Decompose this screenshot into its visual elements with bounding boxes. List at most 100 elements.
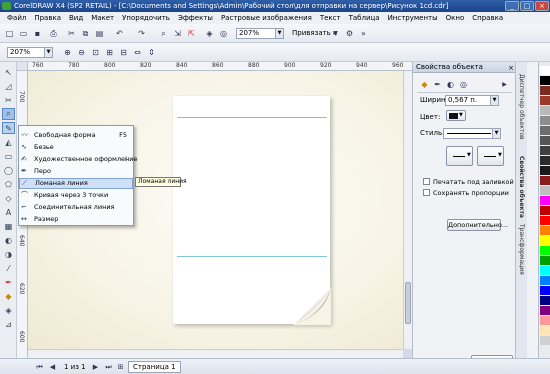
previous-page-icon[interactable]: ◀ bbox=[47, 362, 58, 373]
docker-menu-icon[interactable]: ▶ bbox=[499, 79, 510, 90]
palette-swatch[interactable] bbox=[540, 96, 550, 106]
new-document-icon[interactable]: □ bbox=[4, 28, 15, 39]
tab-object-manager[interactable]: Диспетчер объектов bbox=[518, 74, 525, 140]
search-icon[interactable]: ⌕ bbox=[158, 28, 169, 39]
behind-fill-checkbox[interactable] bbox=[423, 178, 430, 185]
palette-swatch[interactable] bbox=[540, 176, 550, 186]
flyout-item-pen[interactable]: ✒ Перо bbox=[19, 166, 133, 177]
open-folder-icon[interactable]: ▭ bbox=[18, 28, 29, 39]
palette-swatch[interactable] bbox=[540, 226, 550, 236]
minimize-button[interactable]: _ bbox=[505, 1, 519, 11]
launcher-icon[interactable]: ◈ bbox=[204, 28, 215, 39]
copy-icon[interactable]: ⧉ bbox=[80, 28, 91, 39]
basic-shapes-icon[interactable]: ◇ bbox=[2, 192, 15, 204]
zoom-page-icon[interactable]: ⊟ bbox=[118, 47, 129, 58]
zoom-all-icon[interactable]: ⊞ bbox=[104, 47, 115, 58]
export-icon[interactable]: ⇱ bbox=[186, 28, 197, 39]
menu-window[interactable]: Окно bbox=[442, 12, 469, 24]
snap-dropdown-icon[interactable]: ▼ bbox=[330, 28, 341, 39]
palette-swatch[interactable] bbox=[540, 336, 550, 346]
first-page-icon[interactable]: ⏮ bbox=[34, 362, 45, 373]
end-arrow-picker[interactable]: ▼ bbox=[477, 146, 504, 166]
transparency-tool-icon[interactable]: ◑ bbox=[2, 248, 15, 260]
palette-swatch[interactable] bbox=[540, 316, 550, 326]
palette-swatch[interactable] bbox=[540, 286, 550, 296]
flyout-item-freehand[interactable]: 〰 Свободная форма F5 bbox=[19, 130, 133, 141]
flyout-item-dimension[interactable]: ↔ Размер bbox=[19, 214, 133, 225]
palette-swatch[interactable] bbox=[540, 136, 550, 146]
start-arrow-picker[interactable]: ▼ bbox=[446, 146, 473, 166]
next-page-icon[interactable]: ▶ bbox=[90, 362, 101, 373]
zoom-tool-icon[interactable]: ⌕ bbox=[2, 108, 15, 120]
last-page-icon[interactable]: ⏭ bbox=[103, 362, 114, 373]
palette-swatch[interactable] bbox=[540, 106, 550, 116]
line-style-combo[interactable]: ▼ bbox=[443, 128, 501, 139]
palette-swatch[interactable] bbox=[540, 276, 550, 286]
palette-swatch[interactable] bbox=[540, 146, 550, 156]
outline-pen-icon[interactable]: ✒ bbox=[2, 276, 15, 288]
palette-swatch[interactable] bbox=[540, 306, 550, 316]
guide-line-top[interactable] bbox=[177, 117, 327, 118]
horizontal-ruler[interactable]: 760 780 800 820 840 860 880 900 920 940 960 bbox=[28, 62, 412, 71]
flyout-item-connector[interactable]: ⌐ Соединительная линия bbox=[19, 202, 133, 213]
palette-swatch[interactable] bbox=[540, 266, 550, 276]
ruler-corner[interactable] bbox=[17, 62, 28, 71]
crop-tool-icon[interactable]: ✂ bbox=[2, 94, 15, 106]
menu-view[interactable]: Вид bbox=[65, 12, 87, 24]
page-tab-1[interactable]: Страница 1 bbox=[128, 361, 181, 373]
zoom-height-icon[interactable]: ⇕ bbox=[146, 47, 157, 58]
maximize-button[interactable]: □ bbox=[520, 1, 534, 11]
welcome-icon[interactable]: ◎ bbox=[218, 28, 229, 39]
menu-layout[interactable]: Макет bbox=[87, 12, 118, 24]
palette-swatch[interactable] bbox=[540, 196, 550, 206]
save-icon[interactable]: ▪ bbox=[32, 28, 43, 39]
pick-tool-icon[interactable]: ↖ bbox=[2, 66, 15, 78]
palette-swatch[interactable] bbox=[540, 236, 550, 246]
palette-swatch[interactable] bbox=[540, 246, 550, 256]
keep-proportions-checkbox[interactable] bbox=[423, 189, 430, 196]
polygon-tool-icon[interactable]: ⬠ bbox=[2, 178, 15, 190]
palette-swatch[interactable] bbox=[540, 66, 550, 76]
fill-tool-icon[interactable]: ◆ bbox=[2, 290, 15, 302]
menu-table[interactable]: Таблица bbox=[345, 12, 384, 24]
outline-tab-icon[interactable]: ✒ bbox=[432, 79, 443, 90]
menu-file[interactable]: Файл bbox=[3, 12, 30, 24]
rectangle-tool-icon[interactable]: ▭ bbox=[2, 150, 15, 162]
fill-tab-icon[interactable]: ◆ bbox=[419, 79, 430, 90]
palette-swatch[interactable] bbox=[540, 326, 550, 336]
smart-fill-icon[interactable]: ◭ bbox=[2, 136, 15, 148]
smart-drawing-icon[interactable]: ⊿ bbox=[2, 318, 15, 330]
menu-edit[interactable]: Правка bbox=[30, 12, 65, 24]
zoom-combo[interactable]: 207% ▼ bbox=[7, 47, 53, 58]
palette-swatch[interactable] bbox=[540, 256, 550, 266]
advanced-button[interactable]: Дополнительно... bbox=[447, 219, 508, 231]
general-tab-icon[interactable]: ◐ bbox=[445, 79, 456, 90]
close-button[interactable]: × bbox=[535, 1, 549, 11]
zoom-selected-icon[interactable]: ⊡ bbox=[90, 47, 101, 58]
menu-arrange[interactable]: Упорядочить bbox=[118, 12, 174, 24]
internet-tab-icon[interactable]: ◎ bbox=[458, 79, 469, 90]
toolbar-more-icon[interactable]: » bbox=[358, 28, 369, 39]
tab-transformation[interactable]: Трансформация bbox=[518, 224, 525, 275]
horizontal-scrollbar[interactable] bbox=[28, 349, 403, 358]
interactive-fill-icon[interactable]: ◈ bbox=[2, 304, 15, 316]
import-icon[interactable]: ⇲ bbox=[172, 28, 183, 39]
outline-color-picker[interactable]: ▼ bbox=[446, 110, 466, 121]
menu-text[interactable]: Текст bbox=[316, 12, 345, 24]
flyout-item-3-point-curve[interactable]: ⌒ Кривая через 3 точки bbox=[19, 190, 133, 201]
palette-swatch[interactable] bbox=[540, 126, 550, 136]
undo-icon[interactable]: ↶ bbox=[114, 28, 125, 39]
palette-swatch[interactable] bbox=[540, 86, 550, 96]
text-tool-icon[interactable]: A bbox=[2, 206, 15, 218]
palette-swatch[interactable] bbox=[540, 156, 550, 166]
palette-swatch[interactable] bbox=[540, 206, 550, 216]
palette-swatch[interactable] bbox=[540, 116, 550, 126]
redo-icon[interactable]: ↷ bbox=[136, 28, 147, 39]
tab-object-properties[interactable]: Свойства объекта bbox=[518, 156, 525, 218]
options-icon[interactable]: ⚙ bbox=[344, 28, 355, 39]
cut-icon[interactable]: ✂ bbox=[66, 28, 77, 39]
palette-swatch[interactable] bbox=[540, 166, 550, 176]
zoom-in-icon[interactable]: ⊕ bbox=[62, 47, 73, 58]
paste-icon[interactable]: ▤ bbox=[94, 28, 105, 39]
menu-help[interactable]: Справка bbox=[468, 12, 507, 24]
